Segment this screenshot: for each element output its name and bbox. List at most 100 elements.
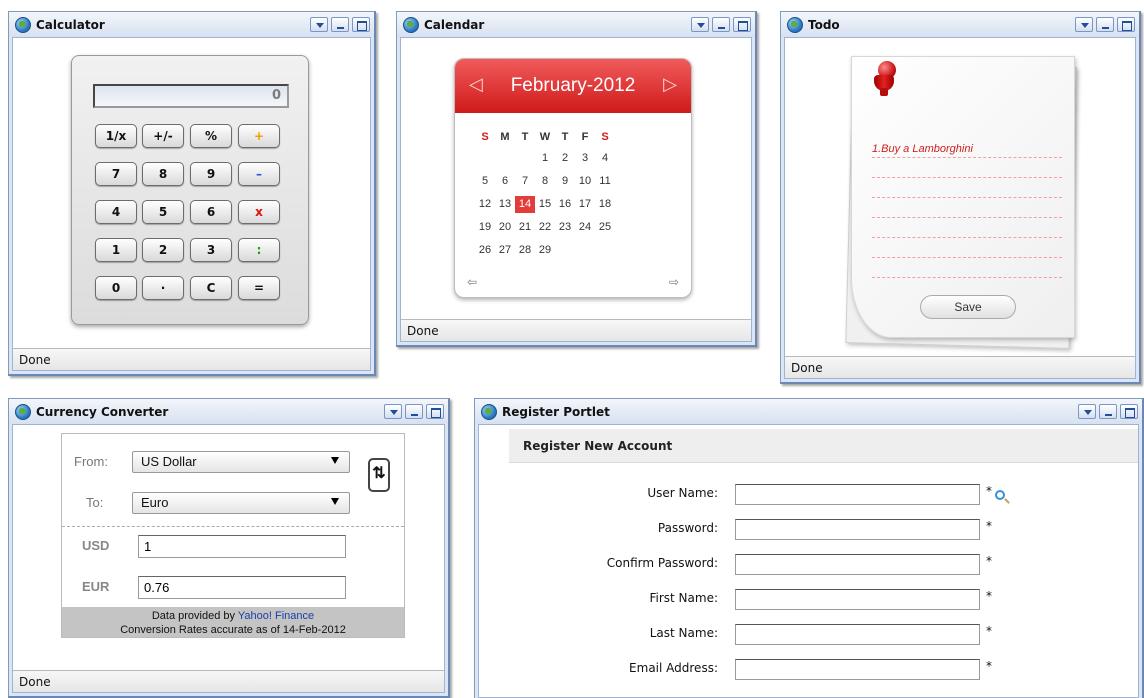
window-title: Currency Converter: [36, 404, 169, 419]
last-name-label: Last Name:: [649, 626, 718, 640]
menu-dropdown-button[interactable]: [1078, 404, 1096, 419]
prev-year-icon[interactable]: ⇦: [467, 275, 477, 289]
calendar-day[interactable]: 19: [475, 219, 495, 236]
calendar-day[interactable]: 2: [555, 150, 575, 167]
calendar-day[interactable]: 11: [595, 173, 615, 190]
next-month-icon[interactable]: ▷: [663, 74, 677, 95]
minimize-button[interactable]: [331, 17, 349, 32]
calendar-day[interactable]: 25: [595, 219, 615, 236]
password-label: Password:: [657, 521, 718, 535]
calendar-day[interactable]: 5: [475, 173, 495, 190]
menu-dropdown-button[interactable]: [384, 404, 402, 419]
amount-currency-code: USD: [82, 538, 110, 553]
window-title: Calculator: [36, 17, 105, 32]
todo-item[interactable]: 1.Buy a Lamborghini: [872, 143, 973, 155]
calendar-day[interactable]: 20: [495, 219, 515, 236]
minimize-button[interactable]: [1099, 404, 1117, 419]
calendar-day[interactable]: 10: [575, 173, 595, 190]
calc-key[interactable]: 1: [95, 238, 137, 262]
calendar-day[interactable]: 26: [475, 242, 495, 259]
amount-input[interactable]: 1: [138, 535, 346, 558]
calendar-day[interactable]: 16: [555, 196, 575, 213]
menu-dropdown-button[interactable]: [691, 17, 709, 32]
password-input[interactable]: [735, 519, 980, 540]
calc-key[interactable]: =: [238, 276, 280, 300]
calendar-day[interactable]: 29: [535, 242, 555, 259]
register-titlebar[interactable]: Register Portlet: [475, 399, 1142, 424]
maximize-button[interactable]: [1117, 17, 1135, 32]
calc-key[interactable]: 4: [95, 200, 137, 224]
calc-key[interactable]: 9: [190, 162, 232, 186]
result-input[interactable]: 0.76: [138, 576, 346, 599]
calc-key[interactable]: 6: [190, 200, 232, 224]
todo-titlebar[interactable]: Todo: [781, 12, 1139, 37]
to-currency-select[interactable]: Euro: [132, 492, 350, 514]
calendar-day[interactable]: 9: [555, 173, 575, 190]
calendar-day[interactable]: 4: [595, 150, 615, 167]
maximize-button[interactable]: [352, 17, 370, 32]
currency-content: From: US Dollar ⇅ To: Euro USD 1 EUR 0.7…: [12, 424, 445, 693]
swap-currencies-icon[interactable]: ⇅: [368, 458, 390, 492]
calc-key[interactable]: +: [238, 124, 280, 148]
window-title: Calendar: [424, 17, 485, 32]
currency-titlebar[interactable]: Currency Converter: [9, 399, 448, 424]
prev-month-icon[interactable]: ◁: [469, 74, 483, 95]
calendar-day[interactable]: 12: [475, 196, 495, 213]
next-year-icon[interactable]: ⇨: [669, 275, 679, 289]
note-line: [872, 257, 1062, 258]
calendar-day[interactable]: 7: [515, 173, 535, 190]
confirm-password-input[interactable]: [735, 554, 980, 575]
minimize-button[interactable]: [1096, 17, 1114, 32]
maximize-button[interactable]: [1120, 404, 1138, 419]
calc-key[interactable]: 2: [142, 238, 184, 262]
minimize-button[interactable]: [712, 17, 730, 32]
calc-key[interactable]: %: [190, 124, 232, 148]
calendar-day[interactable]: 15: [535, 196, 555, 213]
calc-key[interactable]: 8: [142, 162, 184, 186]
calc-key[interactable]: 1/x: [95, 124, 137, 148]
menu-dropdown-button[interactable]: [1075, 17, 1093, 32]
last-name-input[interactable]: [735, 624, 980, 645]
first-name-input[interactable]: [735, 589, 980, 610]
search-icon[interactable]: [995, 490, 1005, 500]
calendar-titlebar[interactable]: Calendar: [397, 12, 755, 37]
from-currency-select[interactable]: US Dollar: [132, 451, 350, 473]
calc-key[interactable]: –: [238, 162, 280, 186]
calendar-day[interactable]: 17: [575, 196, 595, 213]
calc-key[interactable]: C: [190, 276, 232, 300]
calculator-titlebar[interactable]: Calculator: [9, 12, 374, 37]
calc-key[interactable]: :: [238, 238, 280, 262]
note-line: [872, 157, 1062, 158]
save-button[interactable]: Save: [920, 295, 1016, 319]
calendar-day[interactable]: 21: [515, 219, 535, 236]
required-marker: *: [986, 554, 992, 568]
calc-key[interactable]: ·: [142, 276, 184, 300]
calendar-day[interactable]: 13: [495, 196, 515, 213]
status-bar: Done: [13, 348, 370, 370]
calendar-day[interactable]: 22: [535, 219, 555, 236]
calendar-day[interactable]: 1: [535, 150, 555, 167]
maximize-button[interactable]: [733, 17, 751, 32]
required-marker: *: [986, 484, 992, 498]
selected-day[interactable]: 14: [515, 196, 535, 213]
calendar-day[interactable]: 6: [495, 173, 515, 190]
minimize-button[interactable]: [405, 404, 423, 419]
maximize-button[interactable]: [426, 404, 444, 419]
calendar-day[interactable]: 3: [575, 150, 595, 167]
calendar-day[interactable]: 23: [555, 219, 575, 236]
username-input[interactable]: [735, 484, 980, 505]
calendar-day[interactable]: 18: [595, 196, 615, 213]
email-address-input[interactable]: [735, 659, 980, 680]
yahoo-finance-link[interactable]: Yahoo! Finance: [238, 610, 314, 622]
calc-key[interactable]: 7: [95, 162, 137, 186]
menu-dropdown-button[interactable]: [310, 17, 328, 32]
calendar-day[interactable]: 28: [515, 242, 535, 259]
calc-key[interactable]: x: [238, 200, 280, 224]
calc-key[interactable]: +/-: [142, 124, 184, 148]
calendar-day[interactable]: 24: [575, 219, 595, 236]
calc-key[interactable]: 5: [142, 200, 184, 224]
calc-key[interactable]: 0: [95, 276, 137, 300]
calc-key[interactable]: 3: [190, 238, 232, 262]
calendar-day[interactable]: 27: [495, 242, 515, 259]
calendar-day[interactable]: 8: [535, 173, 555, 190]
